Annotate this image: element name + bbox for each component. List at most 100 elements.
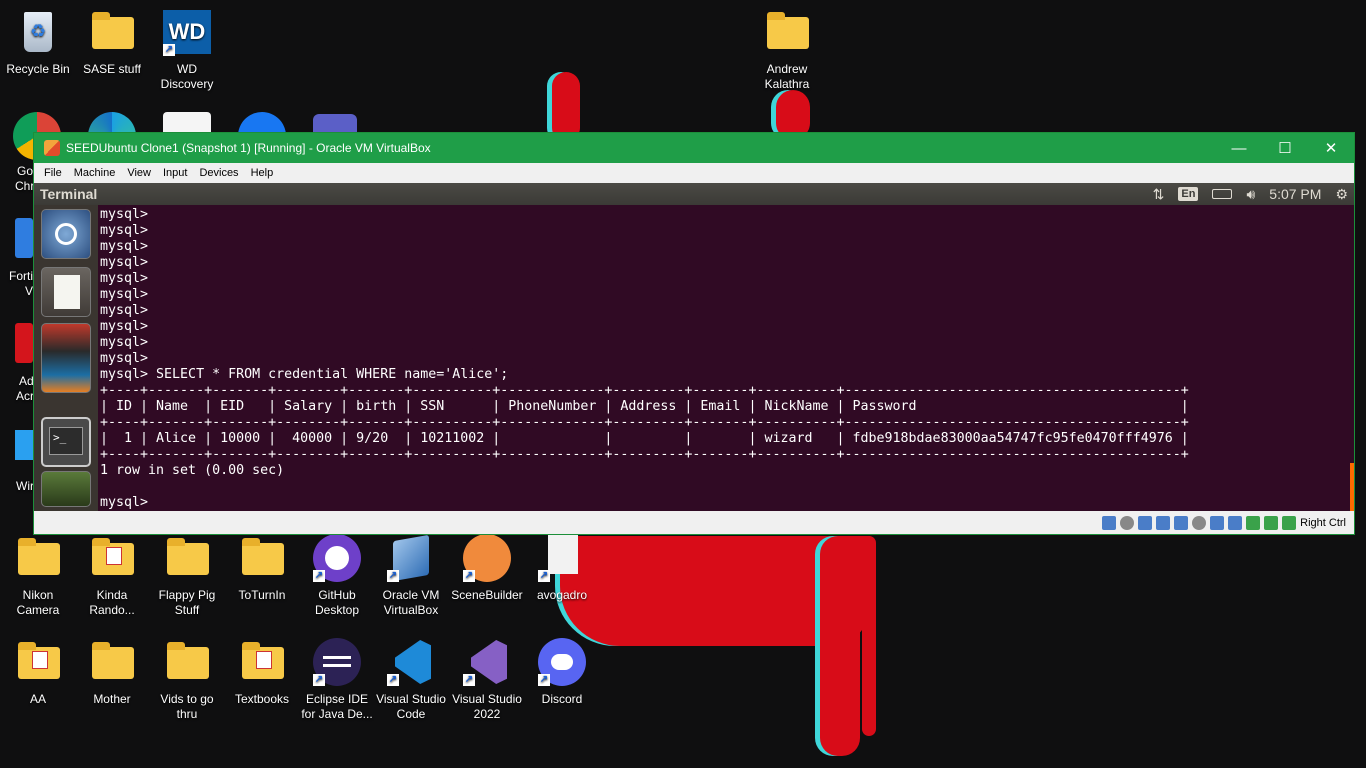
display-icon[interactable]	[1210, 515, 1225, 530]
virtualbox-logo-icon	[44, 140, 60, 156]
terminal-scrollbar[interactable]	[1350, 463, 1354, 511]
terminal-line: mysql> SELECT * FROM credential WHERE na…	[100, 367, 509, 382]
terminal-output[interactable]: mysql> mysql> mysql> mysql> mysql> mysql> mysq…	[98, 205, 1354, 511]
text-editor-icon[interactable]	[41, 267, 91, 317]
file-icon: ↗	[538, 534, 586, 582]
battery-icon[interactable]	[1212, 189, 1233, 199]
menu-machine[interactable]: Machine	[68, 167, 122, 179]
desktop-icon-wd-discovery[interactable]: WD ↗ WD Discovery	[149, 8, 225, 92]
desktop-icon-aa[interactable]: AA	[0, 638, 76, 707]
desktop-icon-nikon-camera[interactable]: Nikon Camera	[0, 534, 76, 618]
folder-icon	[14, 534, 62, 582]
menu-help[interactable]: Help	[245, 167, 280, 179]
virtualbox-icon: ↗	[387, 534, 435, 582]
menu-devices[interactable]: Devices	[193, 167, 244, 179]
maximize-button[interactable]: ☐	[1262, 133, 1308, 163]
virtualbox-window[interactable]: SEEDUbuntu Clone1 (Snapshot 1) [Running]…	[33, 132, 1355, 535]
desktop-icon-kinda-random[interactable]: Kinda Rando...	[74, 534, 150, 618]
desktop-icon-sase-stuff[interactable]: SASE stuff	[74, 8, 150, 77]
terminal-line: mysql>	[100, 319, 149, 334]
partial-icon-label: Go	[17, 164, 34, 178]
menu-view[interactable]: View	[121, 167, 157, 179]
desktop-icon-label: SceneBuilder	[451, 588, 523, 602]
fortinet-icon[interactable]	[15, 218, 33, 258]
minimize-button[interactable]: —	[1216, 133, 1262, 163]
settings-gear-icon[interactable]: ⚙	[1335, 186, 1348, 203]
optical-drive-icon[interactable]	[1120, 515, 1135, 530]
keyboard-layout-indicator[interactable]: En	[1178, 187, 1199, 201]
terminal-icon[interactable]: >_	[41, 417, 91, 467]
desktop-icon-visual-studio[interactable]: ↗ Visual Studio 2022	[449, 638, 525, 722]
terminal-line: mysql>	[100, 335, 149, 350]
terminal-line: +----+-------+-------+--------+-------+-…	[100, 447, 1189, 462]
desktop-icon-label: Textbooks	[234, 692, 290, 706]
folder-icon	[88, 638, 136, 686]
desktop-icon-vscode[interactable]: ↗ Visual Studio Code	[373, 638, 449, 722]
desktop-icon-andrew-kalathra[interactable]: Andrew Kalathra	[749, 8, 825, 92]
shared-folders-icon[interactable]	[1192, 515, 1207, 530]
network-icon[interactable]	[1156, 515, 1171, 530]
desktop-icon-flappy-pig[interactable]: Flappy Pig Stuff	[149, 534, 225, 618]
scenebuilder-icon: ↗	[463, 534, 511, 582]
desktop-icon-eclipse[interactable]: ↗ Eclipse IDE for Java De...	[299, 638, 375, 722]
desktop-icon-avogadro[interactable]: ↗ avogadro	[524, 534, 600, 603]
desktop-icon-mother[interactable]: Mother	[74, 638, 150, 707]
clock[interactable]: 5:07 PM	[1269, 186, 1321, 202]
wallpaper-drip	[820, 536, 860, 756]
desktop-icon-github-desktop[interactable]: ↗ GitHub Desktop	[299, 534, 375, 618]
desktop-icon-label: Kinda Rando...	[89, 588, 135, 617]
desktop-icon-toturnin[interactable]: ToTurnIn	[224, 534, 300, 603]
menu-file[interactable]: File	[38, 167, 68, 179]
keyboard-icon[interactable]	[1282, 515, 1297, 530]
partial-icon-label: V	[25, 284, 34, 298]
window-title-bar[interactable]: SEEDUbuntu Clone1 (Snapshot 1) [Running]…	[34, 133, 1354, 163]
terminal-line: | ID | Name | EID | Salary | birth | SSN…	[100, 399, 1189, 414]
wd-discovery-icon: WD ↗	[163, 8, 211, 56]
desktop-icon-label: Visual Studio Code	[376, 692, 446, 721]
video-capture-icon[interactable]	[1228, 515, 1243, 530]
usb-icon[interactable]	[1174, 515, 1189, 530]
ubuntu-launcher: >_	[34, 205, 98, 511]
menu-bar: File Machine View Input Devices Help	[34, 163, 1354, 183]
desktop-icon-discord[interactable]: ↗ Discord	[524, 638, 600, 707]
desktop-icon-scenebuilder[interactable]: ↗ SceneBuilder	[449, 534, 525, 603]
wallpaper-drip	[862, 536, 876, 736]
vbox-status-bar: Right Ctrl	[34, 511, 1354, 534]
ubuntu-dash-icon[interactable]	[41, 209, 91, 259]
desktop-icon-label: Mother	[93, 692, 131, 706]
desktop-icon-vids-to-go-thru[interactable]: Vids to go thru	[149, 638, 225, 722]
desktop-icon-label: AA	[29, 692, 46, 706]
acrobat-icon[interactable]	[15, 323, 33, 363]
wireshark-icon[interactable]	[41, 471, 91, 507]
hard-disk-icon[interactable]	[1102, 515, 1117, 530]
partial-icon-label: Forti	[9, 269, 33, 283]
terminal-line: mysql>	[100, 287, 149, 302]
eclipse-icon: ↗	[313, 638, 361, 686]
desktop-icon-oracle-virtualbox[interactable]: ↗ Oracle VM VirtualBox	[373, 534, 449, 618]
volume-icon[interactable]: 🔊︎	[1246, 186, 1255, 203]
desktop-icon-label: Flappy Pig Stuff	[158, 588, 216, 617]
desktop-icon-recycle-bin[interactable]: ♻ Recycle Bin	[0, 8, 76, 77]
folder-icon	[88, 8, 136, 56]
cpu-icon[interactable]	[1246, 515, 1261, 530]
mouse-integration-icon[interactable]	[1264, 515, 1279, 530]
terminal-line: mysql>	[100, 351, 149, 366]
desktop-icon-textbooks[interactable]: Textbooks	[224, 638, 300, 707]
terminal-line: mysql>	[100, 495, 157, 510]
network-arrows-icon[interactable]: ⇅	[1153, 186, 1165, 203]
desktop-icon-label: Discord	[541, 692, 583, 706]
desktop-icon-label: Visual Studio 2022	[452, 692, 522, 721]
close-button[interactable]: ✕	[1308, 133, 1354, 163]
folder-icon	[14, 638, 62, 686]
desktop-icon-label: Nikon Camera	[16, 588, 60, 617]
stacked-apps-icon[interactable]	[41, 323, 91, 393]
menu-input[interactable]: Input	[157, 167, 193, 179]
vscode-icon: ↗	[387, 638, 435, 686]
audio-icon[interactable]	[1138, 515, 1153, 530]
terminal-text: mysql> mysql> mysql> mysql> mysql> mysql> mysq…	[100, 207, 1189, 511]
terminal-line: mysql>	[100, 255, 149, 270]
desktop-icon-label: Andrew Kalathra	[764, 62, 810, 91]
desktop-icon-label: WD Discovery	[160, 62, 214, 91]
windows-icon[interactable]	[15, 430, 33, 460]
desktop-icon-label: Recycle Bin	[6, 62, 70, 76]
